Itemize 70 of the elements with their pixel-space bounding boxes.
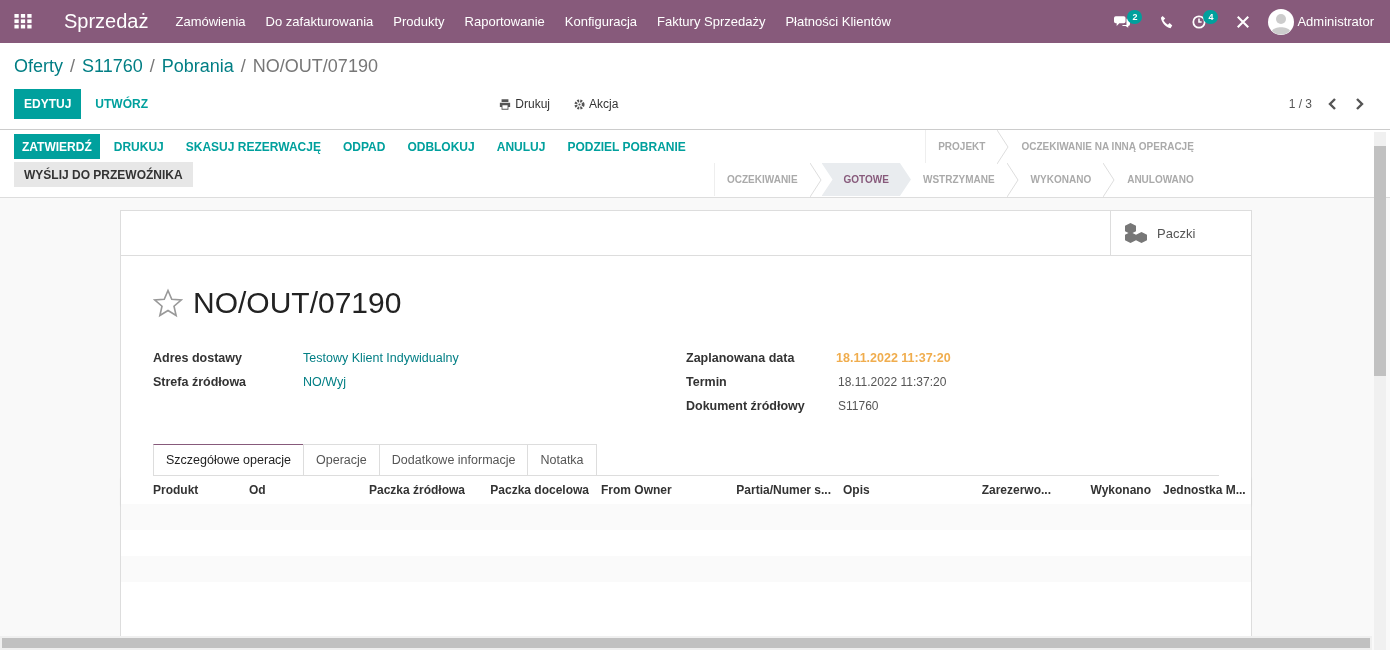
breadcrumb-separator: /	[149, 55, 155, 77]
notebook-tab[interactable]: Szczegółowe operacje	[153, 444, 305, 475]
horizontal-scrollbar[interactable]	[0, 636, 1372, 650]
menu-item[interactable]: Faktury Sprzedaży	[657, 14, 766, 29]
column-header[interactable]: Paczka docelowa	[471, 483, 595, 497]
cubes-icon	[1123, 222, 1149, 244]
field-label: Zaplanowana data	[686, 351, 796, 365]
clock-icon[interactable]	[1192, 14, 1207, 29]
column-header[interactable]: Zarezerwo...	[957, 483, 1057, 497]
column-header[interactable]: Od	[243, 483, 343, 497]
menu-item[interactable]: Do zafakturowania	[265, 14, 374, 29]
field-label: Termin	[686, 375, 728, 389]
column-header[interactable]: From Owner	[595, 483, 713, 497]
status-step[interactable]: GOTOWE	[821, 163, 911, 196]
menu-item[interactable]: Raportowanie	[464, 14, 545, 29]
printer-icon	[499, 98, 512, 110]
action-button[interactable]: WYŚLIJ DO PRZEWOŹNIKA	[14, 162, 193, 187]
column-header[interactable]: Paczka źródłowa	[343, 483, 471, 497]
column-header[interactable]: Jednostka M...	[1157, 483, 1267, 497]
action-button[interactable]: SKASUJ REZERWACJĘ	[177, 134, 329, 159]
chat-icon[interactable]	[1114, 15, 1131, 28]
notebook-tab[interactable]: Notatka	[527, 444, 597, 475]
action-button[interactable]: ODPAD	[334, 134, 394, 159]
activities-badge: 4	[1203, 9, 1219, 24]
breadcrumb-item[interactable]: Oferty	[14, 55, 63, 77]
avatar-icon[interactable]	[1268, 8, 1295, 35]
field-value: 18.11.2022 11:37:20	[837, 374, 948, 391]
column-header[interactable]: Produkt	[153, 483, 243, 497]
user-name[interactable]: Administrator	[1297, 14, 1374, 29]
star-icon[interactable]	[153, 288, 183, 318]
breadcrumb-separator: /	[70, 55, 76, 77]
menu-item[interactable]: Zamówienia	[175, 14, 246, 29]
create-button[interactable]: UTWÓRZ	[85, 89, 158, 119]
breadcrumb-item[interactable]: S11760	[82, 55, 143, 77]
action-button[interactable]: ODBLOKUJ	[399, 134, 483, 159]
column-header[interactable]: Opis	[837, 483, 957, 497]
pager-counter: 1 / 3	[1288, 97, 1312, 111]
action-button[interactable]: ANULUJ	[488, 134, 554, 159]
breadcrumb-current: NO/OUT/07190	[252, 55, 378, 77]
action-button[interactable]: DRUKUJ	[105, 134, 172, 159]
action-button[interactable]: Akcja	[572, 95, 621, 113]
next-icon[interactable]	[1354, 98, 1364, 110]
phone-icon[interactable]	[1160, 14, 1175, 29]
column-header[interactable]: Partia/Numer s...	[713, 483, 837, 497]
field-value: 18.11.2022 11:37:20	[836, 351, 951, 365]
print-button[interactable]: Drukuj	[497, 95, 552, 113]
menu-item[interactable]: Konfiguracja	[564, 14, 638, 29]
field-label: Dokument źródłowy	[686, 399, 806, 413]
messages-badge: 2	[1127, 9, 1143, 24]
vertical-scrollbar[interactable]	[1374, 132, 1386, 650]
app-name[interactable]: Sprzedaż	[64, 10, 149, 33]
field-label: Strefa źródłowa	[153, 375, 248, 389]
field-label: Adres dostawy	[153, 351, 243, 365]
chevron-separator-icon	[997, 129, 1010, 164]
tools-icon[interactable]	[1236, 14, 1251, 29]
action-button[interactable]: ZATWIERDŹ	[14, 134, 100, 159]
menu-item[interactable]: Płatności Klientów	[785, 14, 891, 29]
record-title: NO/OUT/07190	[193, 286, 402, 320]
column-header[interactable]: Wykonano	[1057, 483, 1157, 497]
gear-icon	[574, 98, 585, 110]
apps-grid-icon[interactable]	[14, 14, 32, 29]
field-value: S11760	[837, 398, 880, 415]
edit-button[interactable]: EDYTUJ	[14, 89, 82, 119]
breadcrumb-item[interactable]: Pobrania	[161, 55, 234, 77]
field-value[interactable]: Testowy Klient Indywidualny	[303, 351, 459, 365]
field-value[interactable]: NO/Wyj	[303, 375, 346, 389]
menu-item[interactable]: Produkty	[393, 14, 445, 29]
previous-icon[interactable]	[1328, 98, 1338, 110]
breadcrumb-separator: /	[240, 55, 246, 77]
action-button[interactable]: PODZIEL POBRANIE	[559, 134, 694, 159]
